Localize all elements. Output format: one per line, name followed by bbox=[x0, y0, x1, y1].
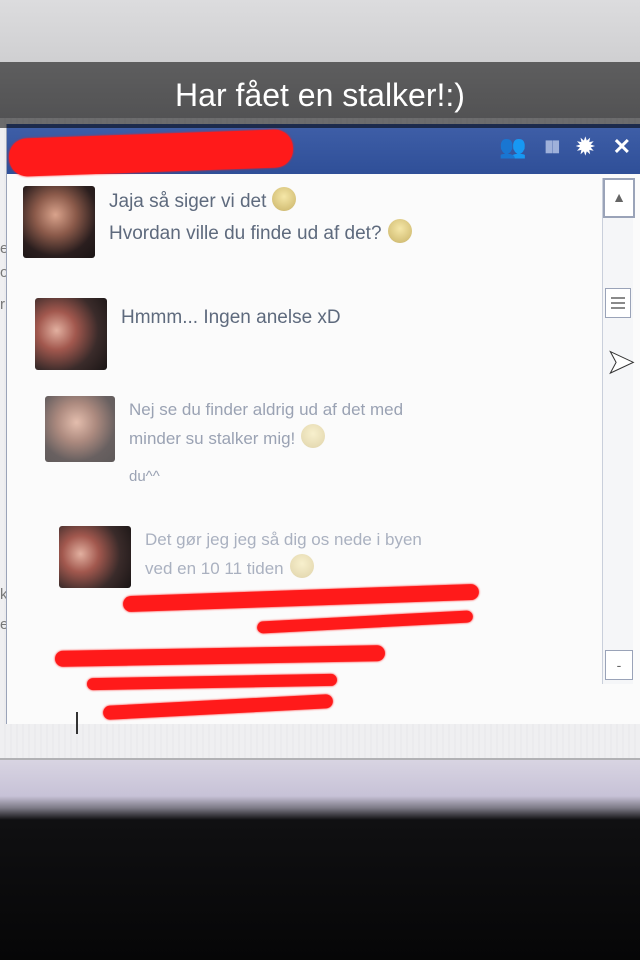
smiley-icon bbox=[301, 424, 326, 448]
text-caret bbox=[76, 712, 78, 734]
message-line: Hmmm... Ingen anelse xD bbox=[121, 307, 341, 328]
smiley-icon bbox=[289, 554, 314, 578]
message-line: ved en 10 11 tiden bbox=[145, 559, 284, 578]
message-text: Jaja så siger vi det Hvordan ville du fi… bbox=[109, 186, 412, 258]
avatar bbox=[35, 298, 107, 370]
message-line: minder su stalker mig! bbox=[129, 429, 296, 448]
snap-caption: Har fået en stalker!:) bbox=[0, 62, 640, 128]
add-friend-icon[interactable]: 👥 bbox=[499, 132, 526, 162]
menu-icon[interactable] bbox=[605, 288, 631, 318]
message-row: Det gør jeg jeg så dig os nede i byen ve… bbox=[59, 526, 422, 588]
chat-header: 👥 ▮▮ ✹ ✕ bbox=[7, 124, 640, 177]
scroll-up-button[interactable]: ▲ bbox=[603, 178, 635, 218]
avatar bbox=[23, 186, 95, 258]
redaction-scribble bbox=[8, 129, 294, 177]
message-line: Jaja så siger vi det bbox=[109, 191, 267, 212]
message-text: Hmmm... Ingen anelse xD bbox=[121, 298, 341, 370]
avatar bbox=[45, 396, 115, 462]
redaction-scribble bbox=[54, 645, 386, 667]
video-icon[interactable]: ▮▮ bbox=[545, 132, 561, 162]
gear-icon[interactable]: ✹ bbox=[576, 132, 594, 162]
chat-header-actions: 👥 ▮▮ ✹ ✕ bbox=[499, 132, 631, 162]
monitor-bezel bbox=[0, 760, 640, 960]
message-line: Hvordan ville du finde ud af det? bbox=[109, 223, 382, 244]
message-line: Det gør jeg jeg så dig os nede i byen bbox=[145, 530, 422, 549]
message-row: Jaja så siger vi det Hvordan ville du fi… bbox=[23, 186, 412, 258]
mouse-cursor-icon: ➤ bbox=[606, 343, 635, 382]
redaction-scribble bbox=[102, 693, 334, 721]
message-text: Det gør jeg jeg så dig os nede i byen ve… bbox=[145, 526, 422, 588]
avatar bbox=[59, 526, 131, 588]
message-text: Nej se du finder aldrig ud af det med mi… bbox=[129, 396, 403, 491]
smiley-icon bbox=[272, 187, 297, 211]
scroll-down-button[interactable]: - bbox=[605, 650, 633, 680]
redaction-scribble bbox=[122, 583, 480, 613]
message-row: Nej se du finder aldrig ud af det med mi… bbox=[45, 396, 403, 491]
scrollbar[interactable]: ▲ - bbox=[602, 178, 635, 684]
redaction-scribble bbox=[86, 673, 338, 691]
message-line: Nej se du finder aldrig ud af det med bbox=[129, 400, 404, 419]
close-icon[interactable]: ✕ bbox=[613, 132, 631, 162]
message-row: Hmmm... Ingen anelse xD bbox=[35, 298, 341, 370]
smiley-icon bbox=[387, 219, 412, 243]
message-line: du^^ bbox=[129, 468, 160, 485]
redaction-scribble bbox=[256, 610, 474, 634]
chat-window: 👥 ▮▮ ✹ ✕ Jaja så siger vi det Hvordan vi… bbox=[6, 124, 640, 724]
